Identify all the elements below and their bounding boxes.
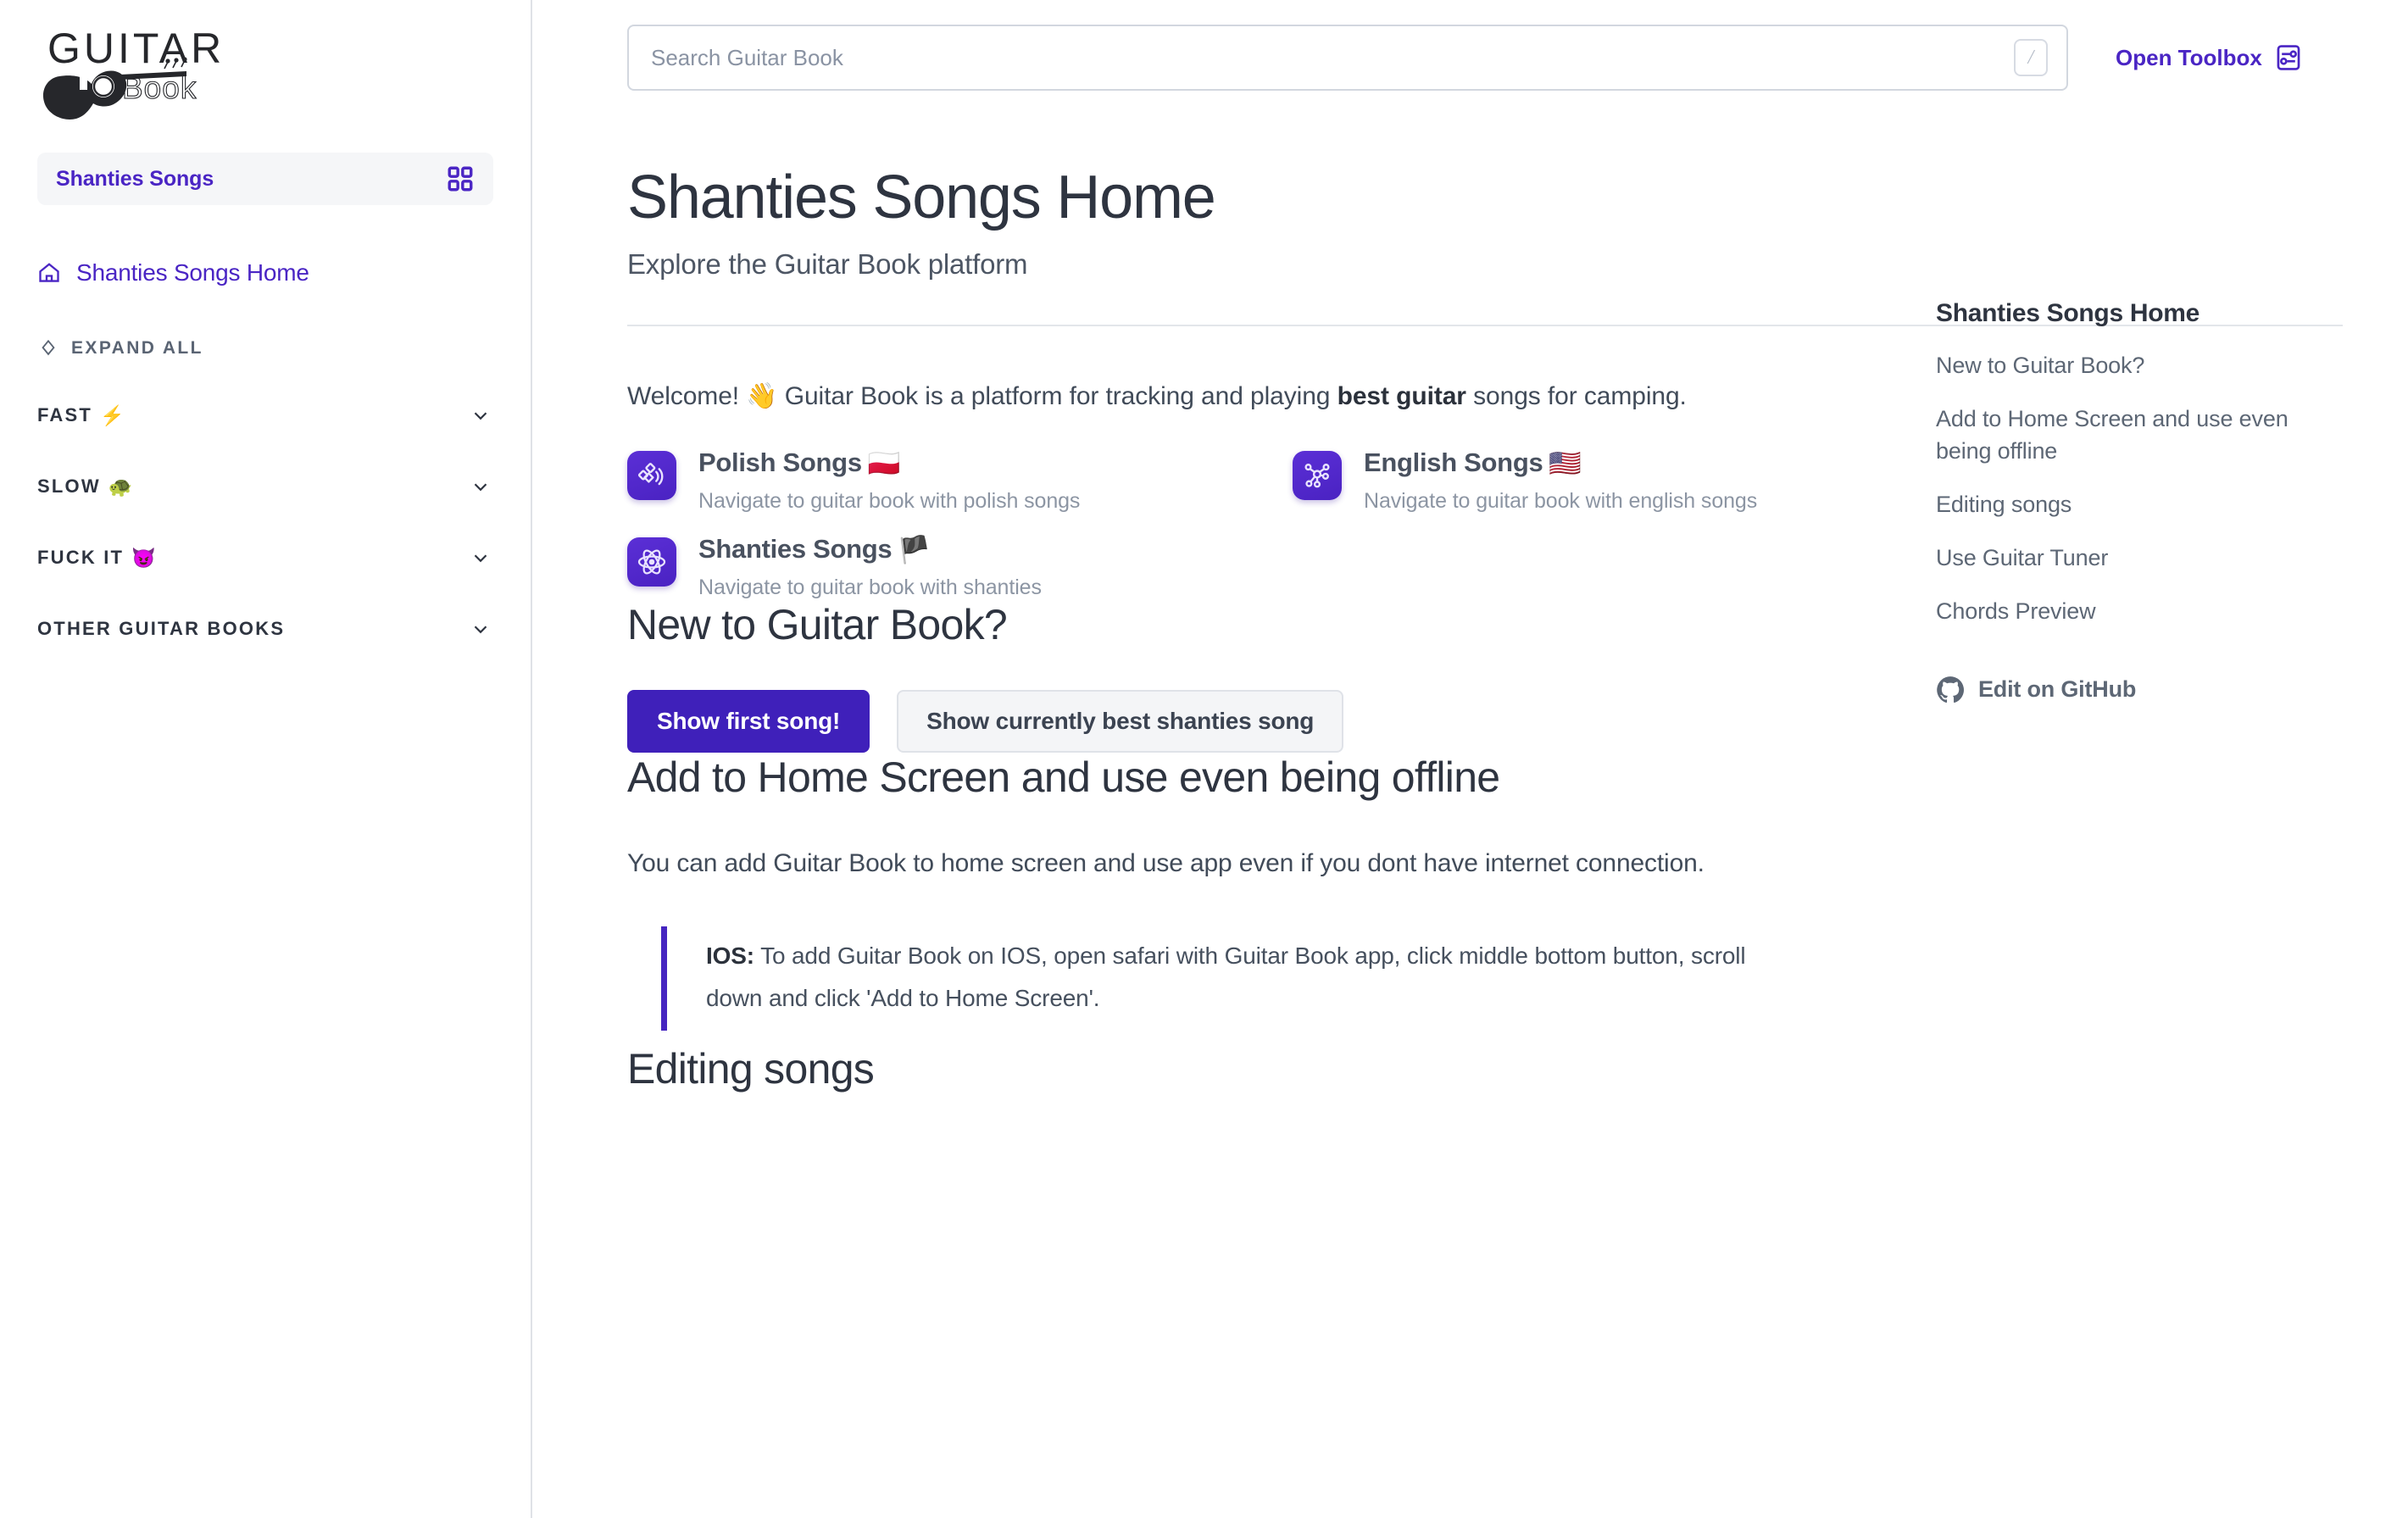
edit-on-github-label: Edit on GitHub (1978, 676, 2137, 702)
chevron-down-icon[interactable] (470, 547, 492, 569)
devil-emoji-icon: 😈 (131, 546, 156, 569)
card-grid: Polish Songs 🇵🇱 Navigate to guitar book … (627, 448, 1922, 600)
guitar-book-logo-icon: GUITAR Book (42, 25, 225, 120)
search-box[interactable]: / (627, 25, 2068, 91)
book-switcher-button[interactable]: Shanties Songs (37, 153, 493, 205)
network-nodes-icon (1293, 450, 1342, 500)
card-shanties-songs-title: Shanties Songs 🏴 (698, 534, 1042, 565)
open-toolbox-label: Open Toolbox (2116, 44, 2262, 70)
sliders-icon[interactable] (2274, 43, 2303, 72)
offline-paragraph: You can add Guitar Book to home screen a… (627, 848, 1705, 877)
app-root: GUITAR Book Shanties Songs Shanties Song… (0, 0, 2408, 1518)
card-polish-songs[interactable]: Polish Songs 🇵🇱 Navigate to guitar book … (627, 448, 1293, 514)
card-title-text: Shanties Songs (698, 534, 893, 564)
github-icon (1936, 676, 1965, 704)
content-row: Shanties Songs Home Explore the Guitar B… (532, 93, 2408, 1093)
atom-icon (627, 537, 676, 587)
section-heading-editing-songs: Editing songs (627, 1045, 875, 1093)
sidebar-group-fuck-it[interactable]: FUCK IT 😈 (0, 539, 531, 576)
chevron-down-icon[interactable] (470, 404, 492, 426)
welcome-strong: best guitar (1337, 381, 1466, 410)
main-area: / Open Toolbox Shanties Songs H (532, 0, 2408, 1518)
section-heading-add-to-home-screen: Add to Home Screen and use even being of… (627, 753, 1500, 801)
chevron-down-icon[interactable] (470, 475, 492, 498)
expand-all-label: EXPAND ALL (71, 338, 203, 358)
toc-item-editing-songs[interactable]: Editing songs (1936, 489, 2334, 520)
book-switcher-label: Shanties Songs (56, 166, 214, 191)
page-subtitle: Explore the Guitar Book platform (627, 247, 1028, 280)
toc-item-use-guitar-tuner[interactable]: Use Guitar Tuner (1936, 542, 2334, 574)
show-first-song-button[interactable]: Show first song! (627, 689, 870, 753)
sidebar-group-other-guitar-books[interactable]: OTHER GUITAR BOOKS (0, 610, 531, 648)
home-icon (37, 261, 61, 285)
ios-callout-body: To add Guitar Book on IOS, open safari w… (706, 942, 1746, 1011)
toc-title: Shanties Songs Home (1936, 299, 2200, 327)
card-english-songs-desc: Navigate to guitar book with english son… (1364, 488, 1758, 513)
card-shanties-songs[interactable]: Shanties Songs 🏴 Navigate to guitar book… (627, 534, 1293, 600)
turtle-emoji-icon: 🐢 (108, 475, 133, 498)
page-title: Shanties Songs Home (627, 164, 1216, 231)
poland-flag-emoji-icon: 🇵🇱 (867, 448, 901, 478)
card-english-songs[interactable]: English Songs 🇺🇸 Navigate to guitar book… (1293, 448, 1958, 514)
ios-callout-text: IOS: To add Guitar Book on IOS, open saf… (706, 935, 1782, 1020)
top-bar: / Open Toolbox (532, 0, 2408, 93)
sidebar-group-fuck-it-label: FUCK IT 😈 (37, 547, 156, 570)
show-best-shanties-song-button[interactable]: Show currently best shanties song (897, 689, 1344, 753)
brand-logo[interactable]: GUITAR Book (0, 0, 531, 144)
card-polish-songs-title: Polish Songs 🇵🇱 (698, 448, 1080, 479)
toc-item-new-to-guitar-book[interactable]: New to Guitar Book? (1936, 350, 2334, 381)
button-row: Show first song! Show currently best sha… (627, 689, 1922, 753)
welcome-paragraph: Welcome! 👋 Guitar Book is a platform for… (627, 377, 1922, 415)
expand-all-button[interactable]: EXPAND ALL (0, 334, 531, 363)
card-title-text: Polish Songs (698, 448, 862, 478)
satellite-icon (627, 450, 676, 500)
sidebar-group-slow[interactable]: SLOW 🐢 (0, 468, 531, 505)
group-text: FUCK IT (37, 547, 125, 568)
edit-on-github-link[interactable]: Edit on GitHub (1936, 676, 2408, 704)
sidebar-item-home-label: Shanties Songs Home (76, 259, 309, 286)
group-text: FAST (37, 404, 93, 425)
sidebar-group-fast-label: FAST ⚡ (37, 404, 125, 427)
group-text: OTHER GUITAR BOOKS (37, 618, 286, 639)
card-english-songs-title: English Songs 🇺🇸 (1364, 448, 1757, 479)
card-title-text: English Songs (1364, 448, 1543, 478)
grid-icon[interactable] (446, 164, 475, 193)
usa-flag-emoji-icon: 🇺🇸 (1549, 448, 1582, 478)
group-text: SLOW (37, 475, 101, 497)
welcome-tail: songs for camping. (1465, 381, 1687, 410)
toc-item-chords-preview[interactable]: Chords Preview (1936, 596, 2334, 627)
document-column: Shanties Songs Home Explore the Guitar B… (532, 93, 2343, 1093)
search-input[interactable] (649, 43, 2014, 72)
toc-list: New to Guitar Book? Add to Home Screen a… (1936, 350, 2408, 628)
expand-collapse-icon (39, 339, 58, 358)
sidebar-group-other-guitar-books-label: OTHER GUITAR BOOKS (37, 618, 285, 640)
lightning-emoji-icon: ⚡ (100, 403, 125, 426)
ios-callout-label: IOS: (706, 942, 754, 969)
welcome-lead: Welcome! 👋 Guitar Book is a platform for… (627, 381, 1337, 410)
svg-text:Book: Book (122, 70, 197, 105)
card-polish-songs-desc: Navigate to guitar book with polish song… (698, 488, 1081, 513)
sidebar-group-fast[interactable]: FAST ⚡ (0, 397, 531, 434)
open-toolbox-button[interactable]: Open Toolbox (2116, 43, 2303, 72)
toc-item-add-to-home-screen[interactable]: Add to Home Screen and use even being of… (1936, 403, 2334, 467)
sidebar-item-home[interactable]: Shanties Songs Home (0, 254, 531, 292)
left-sidebar: GUITAR Book Shanties Songs Shanties Song… (0, 0, 532, 1518)
ios-callout: IOS: To add Guitar Book on IOS, open saf… (661, 926, 1888, 1031)
black-flag-emoji-icon: 🏴 (898, 534, 931, 564)
table-of-contents: Shanties Songs Home New to Guitar Book? … (1936, 299, 2408, 1093)
svg-text:GUITAR: GUITAR (47, 25, 225, 72)
sidebar-group-slow-label: SLOW 🐢 (37, 475, 132, 498)
chevron-down-icon[interactable] (470, 618, 492, 640)
card-shanties-songs-desc: Navigate to guitar book with shanties (698, 575, 1042, 599)
section-heading-new-to-guitar-book: New to Guitar Book? (627, 600, 1008, 648)
search-shortcut-hint: / (2014, 39, 2048, 76)
